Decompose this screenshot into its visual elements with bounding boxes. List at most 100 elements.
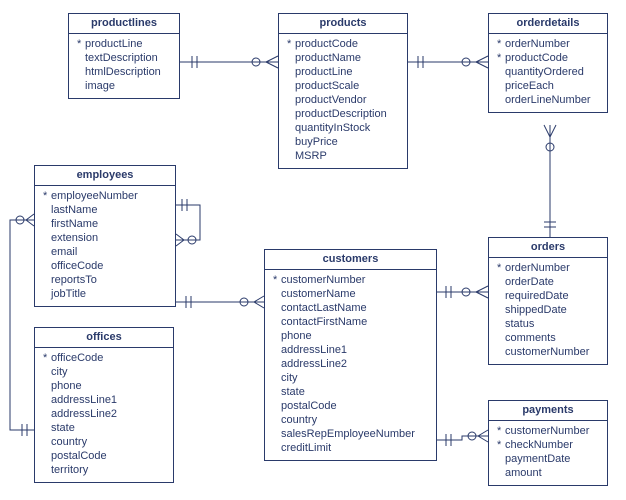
entity-fields: *employeeNumberlastNamefirstNameextensio…: [35, 186, 175, 306]
field-row: productLine: [287, 65, 401, 79]
pk-marker: [273, 413, 281, 427]
field-name: requiredDate: [505, 289, 569, 303]
entity-orderdetails: orderdetails *orderNumber*productCodequa…: [488, 13, 608, 113]
field-name: productCode: [295, 37, 358, 51]
pk-marker: [43, 435, 51, 449]
pk-marker: [43, 463, 51, 477]
field-name: shippedDate: [505, 303, 567, 317]
field-name: postalCode: [51, 449, 107, 463]
field-row: country: [273, 413, 430, 427]
pk-marker: [287, 79, 295, 93]
field-name: officeCode: [51, 351, 103, 365]
field-name: country: [51, 435, 87, 449]
pk-marker: [287, 51, 295, 65]
pk-marker: [497, 466, 505, 480]
field-row: priceEach: [497, 79, 601, 93]
field-name: checkNumber: [505, 438, 573, 452]
field-row: addressLine2: [43, 407, 167, 421]
field-name: city: [51, 365, 68, 379]
pk-marker: [497, 331, 505, 345]
field-row: status: [497, 317, 601, 331]
field-row: quantityOrdered: [497, 65, 601, 79]
pk-marker: [43, 421, 51, 435]
field-name: email: [51, 245, 77, 259]
field-row: addressLine2: [273, 357, 430, 371]
field-row: salesRepEmployeeNumber: [273, 427, 430, 441]
field-name: productLine: [85, 37, 143, 51]
pk-marker: [497, 303, 505, 317]
field-name: productDescription: [295, 107, 387, 121]
field-name: customerNumber: [505, 345, 589, 359]
pk-marker: [43, 449, 51, 463]
field-name: firstName: [51, 217, 98, 231]
entity-title: productlines: [69, 14, 179, 34]
pk-marker: [43, 365, 51, 379]
field-name: status: [505, 317, 534, 331]
entity-fields: *productCodeproductNameproductLineproduc…: [279, 34, 407, 168]
field-row: image: [77, 79, 173, 93]
pk-marker: [273, 441, 281, 455]
field-row: productDescription: [287, 107, 401, 121]
pk-marker: [497, 65, 505, 79]
field-name: paymentDate: [505, 452, 570, 466]
pk-marker: [287, 121, 295, 135]
pk-marker: [273, 427, 281, 441]
field-name: addressLine1: [281, 343, 347, 357]
field-name: addressLine2: [51, 407, 117, 421]
entity-fields: *customerNumbercustomerNamecontactLastNa…: [265, 270, 436, 460]
field-row: lastName: [43, 203, 169, 217]
field-row: territory: [43, 463, 167, 477]
pk-marker: [43, 407, 51, 421]
field-row: shippedDate: [497, 303, 601, 317]
field-name: orderLineNumber: [505, 93, 591, 107]
field-name: jobTitle: [51, 287, 86, 301]
field-row: orderLineNumber: [497, 93, 601, 107]
field-name: contactFirstName: [281, 315, 367, 329]
field-name: productCode: [505, 51, 568, 65]
field-name: addressLine2: [281, 357, 347, 371]
entity-productlines: productlines *productLinetextDescription…: [68, 13, 180, 99]
pk-marker: [497, 289, 505, 303]
pk-marker: [43, 259, 51, 273]
entity-title: orders: [489, 238, 607, 258]
field-name: phone: [51, 379, 82, 393]
field-row: MSRP: [287, 149, 401, 163]
field-row: officeCode: [43, 259, 169, 273]
field-name: officeCode: [51, 259, 103, 273]
field-name: quantityOrdered: [505, 65, 584, 79]
entity-fields: *officeCodecityphoneaddressLine1addressL…: [35, 348, 173, 482]
field-name: customerNumber: [281, 273, 365, 287]
field-row: contactLastName: [273, 301, 430, 315]
field-row: *orderNumber: [497, 37, 601, 51]
pk-marker: [497, 79, 505, 93]
field-row: state: [43, 421, 167, 435]
entity-fields: *customerNumber*checkNumberpaymentDateam…: [489, 421, 607, 485]
field-name: orderNumber: [505, 261, 570, 275]
field-row: *productCode: [287, 37, 401, 51]
field-row: *customerNumber: [497, 424, 601, 438]
pk-marker: *: [497, 37, 505, 51]
field-row: htmlDescription: [77, 65, 173, 79]
pk-marker: [77, 51, 85, 65]
entity-title: products: [279, 14, 407, 34]
field-name: orderNumber: [505, 37, 570, 51]
field-name: contactLastName: [281, 301, 367, 315]
field-name: MSRP: [295, 149, 327, 163]
field-row: requiredDate: [497, 289, 601, 303]
field-row: productScale: [287, 79, 401, 93]
field-row: phone: [273, 329, 430, 343]
pk-marker: [43, 287, 51, 301]
field-row: postalCode: [273, 399, 430, 413]
pk-marker: *: [497, 51, 505, 65]
field-name: country: [281, 413, 317, 427]
field-name: comments: [505, 331, 556, 345]
field-row: quantityInStock: [287, 121, 401, 135]
pk-marker: [43, 379, 51, 393]
field-name: lastName: [51, 203, 97, 217]
field-name: state: [281, 385, 305, 399]
field-name: productVendor: [295, 93, 367, 107]
entity-employees: employees *employeeNumberlastNamefirstNa…: [34, 165, 176, 307]
field-name: creditLimit: [281, 441, 331, 455]
entity-offices: offices *officeCodecityphoneaddressLine1…: [34, 327, 174, 483]
field-row: *employeeNumber: [43, 189, 169, 203]
